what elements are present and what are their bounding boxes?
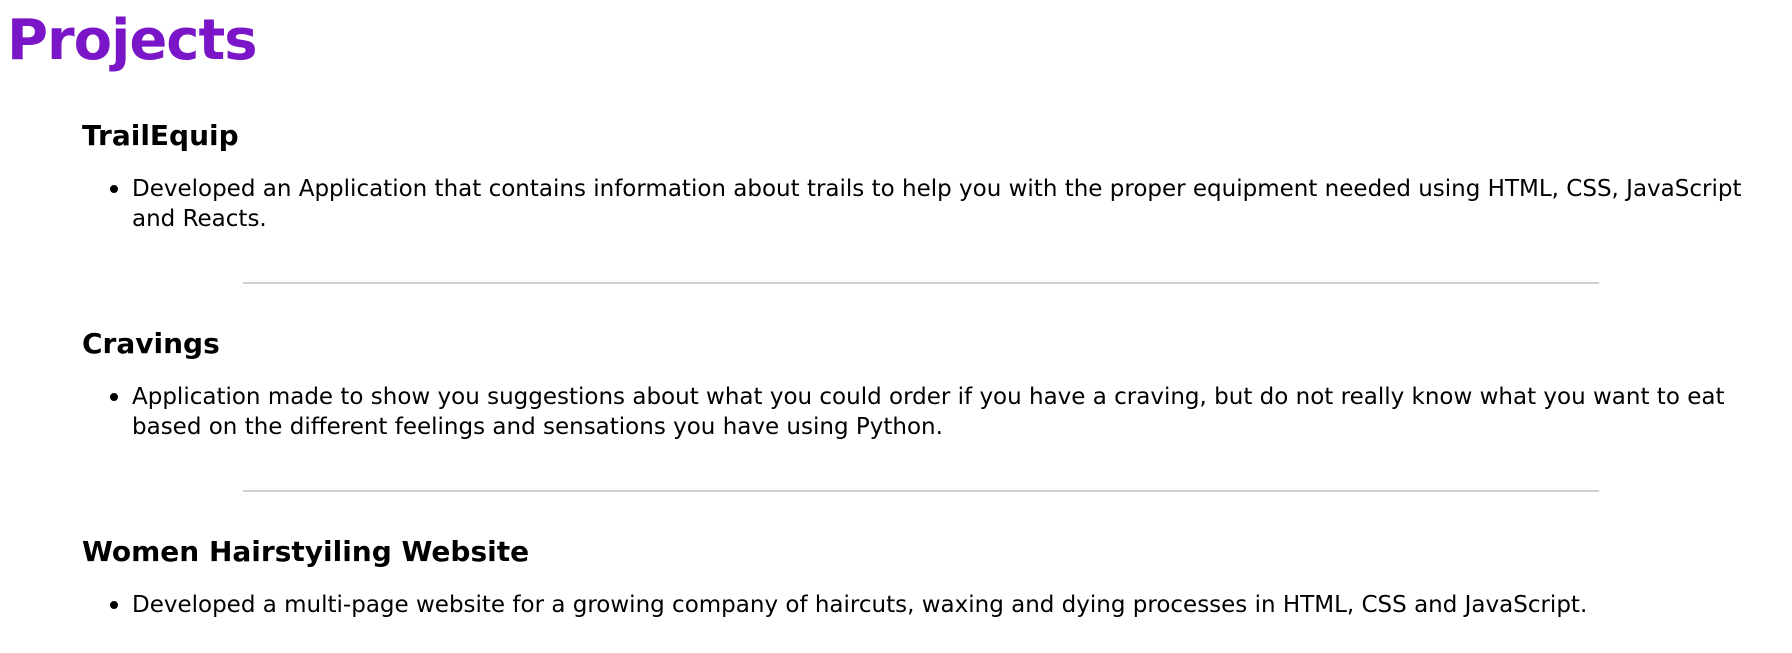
bullet-icon: [110, 601, 118, 609]
project-details-list: Developed an Application that contains i…: [82, 174, 1792, 234]
project-title: Women Hairstyiling Website: [82, 535, 530, 568]
project-title: Cravings: [82, 327, 220, 360]
section-divider: [243, 282, 1599, 284]
project-women-hairstyling-website: Women Hairstyiling Website Developed a m…: [82, 528, 1792, 620]
project-description: Developed an Application that contains i…: [110, 174, 1792, 234]
page-title: Projects: [7, 8, 258, 73]
project-description: Application made to show you suggestions…: [110, 382, 1792, 442]
project-description-text: Developed a multi-page website for a gro…: [132, 592, 1588, 618]
bullet-icon: [110, 393, 118, 401]
project-title: TrailEquip: [82, 119, 239, 152]
project-description: Developed a multi-page website for a gro…: [110, 590, 1792, 620]
bullet-icon: [110, 185, 118, 193]
project-cravings: Cravings Application made to show you su…: [82, 320, 1792, 442]
project-details-list: Application made to show you suggestions…: [82, 382, 1792, 442]
project-description-text: Developed an Application that contains i…: [132, 176, 1742, 232]
section-divider: [243, 490, 1599, 492]
project-trailequip: TrailEquip Developed an Application that…: [82, 112, 1792, 234]
projects-section: TrailEquip Developed an Application that…: [82, 112, 1792, 620]
project-details-list: Developed a multi-page website for a gro…: [82, 590, 1792, 620]
project-description-text: Application made to show you suggestions…: [132, 384, 1725, 440]
